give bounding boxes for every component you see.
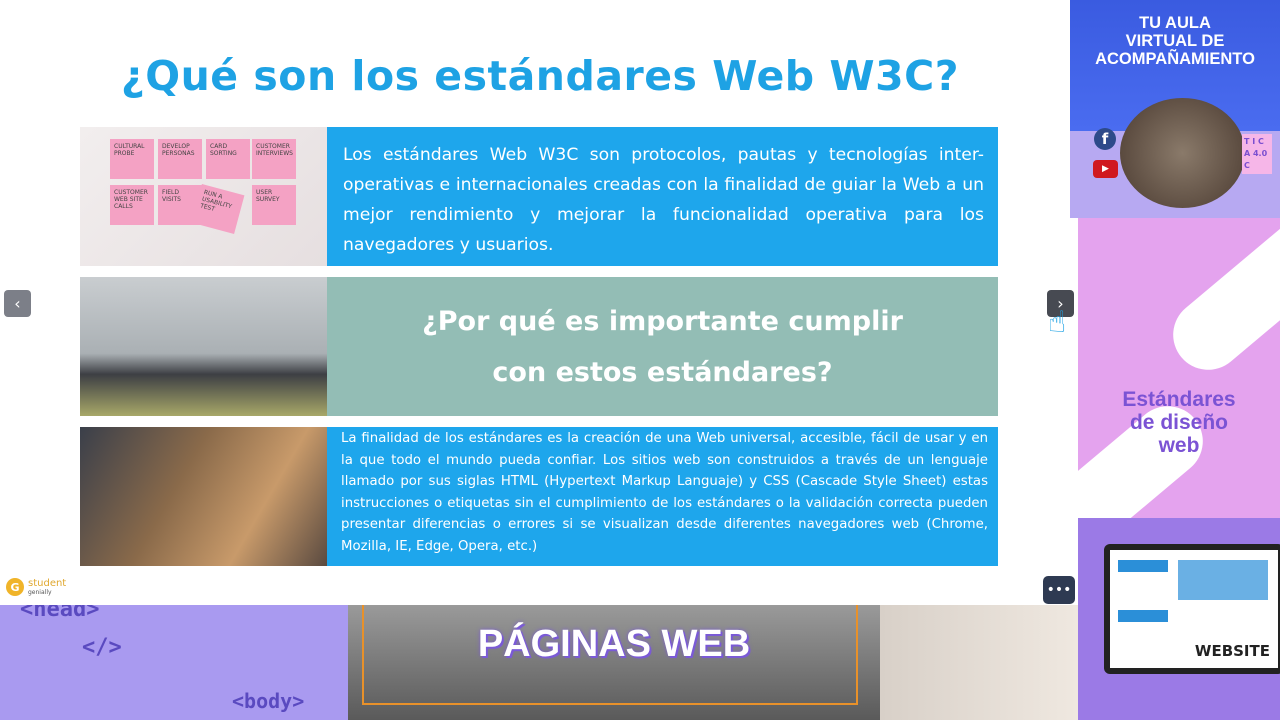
logo-text: student xyxy=(28,577,67,589)
heading-line: con estos estándares? xyxy=(492,356,833,388)
facebook-icon: f xyxy=(1094,128,1116,150)
sticky-note: DEVELOP PERSONAS xyxy=(158,139,202,179)
purpose-text: La finalidad de los estándares es la cre… xyxy=(327,427,998,566)
keyboard-photo: PÁGINAS WEB xyxy=(348,605,880,720)
row-importance: ¿Por qué es importante cumplir con estos … xyxy=(80,277,998,416)
sticky-notes-photo: CULTURAL PROBE DEVELOP PERSONAS CARD SOR… xyxy=(80,127,327,266)
ellipsis-icon: ••• xyxy=(1046,582,1072,598)
logo-subtext: genially xyxy=(28,588,52,596)
channel-title: TU AULA VIRTUAL DE ACOMPAÑAMIENTO xyxy=(1070,14,1280,68)
sticky-note: RUN A USABILITY TEST xyxy=(191,183,245,235)
sticky-note: CARD SORTING xyxy=(206,139,250,179)
row-purpose: La finalidad de los estándares es la cre… xyxy=(80,427,998,566)
designer-photo xyxy=(880,605,1078,720)
chevron-left-icon: ‹ xyxy=(14,294,21,313)
topic-line: Estándares xyxy=(1122,388,1236,411)
title-line: ACOMPAÑAMIENTO xyxy=(1095,50,1255,68)
sticky-note: CUSTOMER INTERVIEWS xyxy=(252,139,296,179)
title-line: VIRTUAL DE xyxy=(1125,32,1225,50)
sticky-note: CULTURAL PROBE xyxy=(110,139,154,179)
channel-banner: TU AULA VIRTUAL DE ACOMPAÑAMIENTO f ▶ T … xyxy=(1070,0,1280,218)
genially-logo-mark: G xyxy=(6,578,24,596)
more-options-button[interactable]: ••• xyxy=(1043,576,1075,604)
title-line: TU AULA xyxy=(1139,14,1211,32)
code-tag: <body> xyxy=(232,689,305,713)
code-illustration: <head> </> <body> xyxy=(0,605,348,720)
importance-heading: ¿Por qué es importante cumplir con estos … xyxy=(327,277,998,416)
sticky-note: CUSTOMER WEB SITE CALLS xyxy=(110,185,154,225)
topic-panel: Estándares de diseño web xyxy=(1078,218,1280,518)
slide-title: ¿Qué son los estándares Web W3C? xyxy=(120,52,960,100)
youtube-icon: ▶ xyxy=(1093,160,1118,178)
laptop-team-photo xyxy=(80,427,327,566)
topic-line: web xyxy=(1158,434,1200,457)
website-label: WEBSITE xyxy=(1194,642,1270,660)
bottom-banner: <head> </> <body> PÁGINAS WEB xyxy=(0,605,1078,720)
prev-slide-button[interactable]: ‹ xyxy=(4,290,31,317)
monitor-graphic: WEBSITE xyxy=(1104,544,1280,674)
heading-line: ¿Por qué es importante cumplir xyxy=(422,305,903,337)
tic-badge: T I C A 4.0 C xyxy=(1242,134,1272,174)
genially-logo[interactable]: G student genially xyxy=(6,578,66,596)
sticky-note: USER SURVEY xyxy=(252,185,296,225)
network-desk-photo xyxy=(1120,98,1245,208)
topic-label: Estándares de diseño web xyxy=(1078,388,1280,457)
slide-canvas: ¿Qué son los estándares Web W3C? CULTURA… xyxy=(0,0,1075,605)
pointer-hand-icon: ☝ xyxy=(1048,305,1067,340)
website-illustration: WEBSITE xyxy=(1078,518,1280,720)
office-lounge-photo xyxy=(80,277,327,416)
definition-text: Los estándares Web W3C son protocolos, p… xyxy=(327,127,998,266)
row-definition: CULTURAL PROBE DEVELOP PERSONAS CARD SOR… xyxy=(80,127,998,266)
code-tag: </> xyxy=(82,635,122,660)
topic-line: de diseño xyxy=(1129,411,1229,434)
banner-title: PÁGINAS WEB xyxy=(477,623,751,665)
code-tag: <head> xyxy=(20,605,100,622)
